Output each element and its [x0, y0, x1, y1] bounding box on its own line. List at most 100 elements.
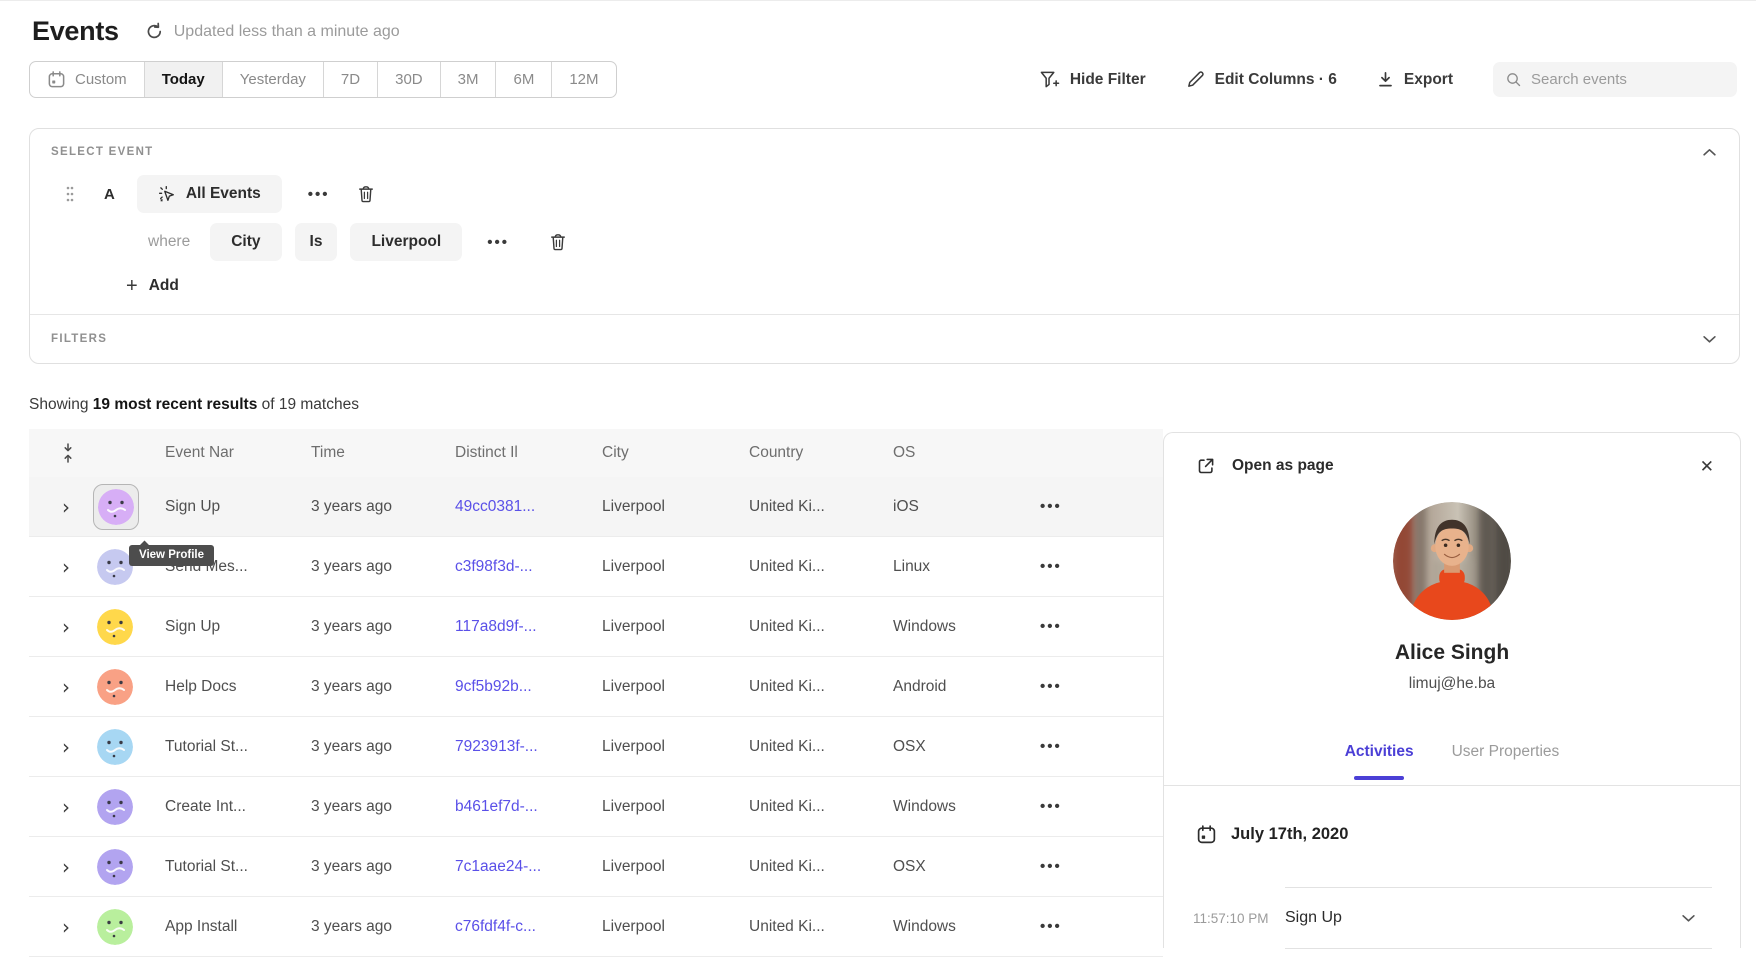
column-header-city[interactable]: City — [602, 444, 749, 462]
user-avatar[interactable] — [97, 849, 133, 885]
row-more-icon[interactable]: ••• — [1040, 738, 1062, 755]
avatar-hover-frame[interactable] — [93, 484, 139, 530]
results-suffix: of 19 matches — [257, 396, 359, 413]
refresh-button[interactable] — [145, 22, 164, 41]
time-cell: 3 years ago — [311, 558, 455, 576]
city-cell: Liverpool — [602, 618, 749, 636]
filter-operator-pill[interactable]: Is — [295, 223, 338, 261]
open-as-page-icon[interactable] — [1196, 456, 1216, 476]
table-row[interactable]: › Help Docs 3 years ago 9cf5b92b... Live… — [29, 657, 1163, 717]
expand-row-icon[interactable]: › — [62, 917, 70, 937]
country-cell: United Ki... — [749, 798, 893, 816]
column-header-country[interactable]: Country — [749, 444, 893, 462]
tab-activities[interactable]: Activities — [1345, 743, 1414, 785]
page-header: Events Updated less than a minute ago — [0, 1, 1756, 47]
hide-filter-label: Hide Filter — [1070, 71, 1146, 89]
column-header-event-name[interactable]: Event Nar — [165, 444, 311, 462]
expand-row-icon[interactable]: › — [62, 617, 70, 637]
expand-row-icon[interactable]: › — [62, 557, 70, 577]
filter-operator-label: Is — [310, 233, 323, 251]
time-cell: 3 years ago — [311, 798, 455, 816]
edit-columns-button[interactable]: Edit Columns · 6 — [1186, 70, 1337, 89]
results-prefix: Showing — [29, 396, 93, 413]
add-event-button[interactable]: + Add — [126, 276, 1739, 296]
collapse-section-icon[interactable] — [1702, 148, 1717, 157]
expand-row-icon[interactable]: › — [62, 737, 70, 757]
date-range-yesterday[interactable]: Yesterday — [222, 62, 323, 97]
row-more-icon[interactable]: ••• — [1040, 678, 1062, 695]
user-avatar[interactable] — [97, 609, 133, 645]
table-row[interactable]: › Tutorial St... 3 years ago 7923913f-..… — [29, 717, 1163, 777]
event-more-icon[interactable]: ••• — [308, 186, 330, 203]
distinct-id-link[interactable]: 117a8d9f-... — [455, 618, 537, 635]
event-clause-row: A All Events ••• — [66, 175, 1739, 213]
event-selector-pill[interactable]: All Events — [137, 175, 282, 213]
city-cell: Liverpool — [602, 798, 749, 816]
table-row[interactable]: › Sign Up 3 years ago 49cc0381... Liverp… — [29, 477, 1163, 537]
table-header: Event Nar Time Distinct Il City Country … — [29, 429, 1163, 477]
profile-tabs: Activities User Properties — [1164, 743, 1740, 786]
row-more-icon[interactable]: ••• — [1040, 618, 1062, 635]
filter-property-pill[interactable]: City — [210, 223, 281, 261]
filter-more-icon[interactable]: ••• — [487, 234, 509, 251]
user-avatar[interactable] — [97, 549, 133, 585]
distinct-id-link[interactable]: 7c1aae24-... — [455, 858, 541, 875]
filters-section-header[interactable]: FILTERS — [30, 315, 1739, 363]
delete-event-icon[interactable] — [358, 185, 374, 203]
column-header-os[interactable]: OS — [893, 444, 1013, 462]
row-more-icon[interactable]: ••• — [1040, 918, 1062, 935]
row-more-icon[interactable]: ••• — [1040, 498, 1062, 515]
country-cell: United Ki... — [749, 618, 893, 636]
os-cell: Linux — [893, 558, 1013, 576]
date-range-today[interactable]: Today — [144, 62, 222, 97]
row-more-icon[interactable]: ••• — [1040, 858, 1062, 875]
user-avatar[interactable] — [97, 789, 133, 825]
date-range-30d[interactable]: 30D — [377, 62, 440, 97]
table-row[interactable]: › Create Int... 3 years ago b461ef7d-...… — [29, 777, 1163, 837]
column-header-time[interactable]: Time — [311, 444, 455, 462]
drag-handle-icon[interactable] — [66, 186, 74, 202]
close-panel-icon[interactable]: ✕ — [1700, 458, 1714, 475]
query-builder-card: SELECT EVENT A All Events ••• where City… — [29, 128, 1740, 364]
row-more-icon[interactable]: ••• — [1040, 798, 1062, 815]
collapse-rows-icon[interactable] — [62, 443, 74, 463]
table-row[interactable]: › App Install 3 years ago c76fdf4f-c... … — [29, 897, 1163, 957]
date-range-custom[interactable]: Custom — [30, 62, 144, 97]
date-range-3m[interactable]: 3M — [440, 62, 496, 97]
export-button[interactable]: Export — [1377, 71, 1453, 89]
expand-filters-icon[interactable] — [1702, 335, 1717, 344]
distinct-id-link[interactable]: c3f98f3d-... — [455, 558, 533, 575]
city-cell: Liverpool — [602, 738, 749, 756]
date-range-7d[interactable]: 7D — [323, 62, 377, 97]
distinct-id-link[interactable]: 9cf5b92b... — [455, 678, 532, 695]
events-page: Events Updated less than a minute ago Cu… — [0, 0, 1756, 971]
distinct-id-link[interactable]: 49cc0381... — [455, 498, 535, 515]
date-range-6m[interactable]: 6M — [495, 62, 551, 97]
table-row[interactable]: › Sign Up 3 years ago 117a8d9f-... Liver… — [29, 597, 1163, 657]
distinct-id-link[interactable]: c76fdf4f-c... — [455, 918, 536, 935]
delete-filter-icon[interactable] — [550, 233, 566, 251]
expand-row-icon[interactable]: › — [62, 797, 70, 817]
user-avatar[interactable] — [97, 729, 133, 765]
search-input[interactable] — [1531, 71, 1724, 88]
expand-row-icon[interactable]: › — [62, 677, 70, 697]
os-cell: Windows — [893, 798, 1013, 816]
date-range-12m[interactable]: 12M — [551, 62, 615, 97]
user-avatar[interactable] — [98, 489, 134, 525]
activity-event-row[interactable]: Sign Up — [1285, 887, 1712, 949]
expand-row-icon[interactable]: › — [62, 497, 70, 517]
open-as-page-label[interactable]: Open as page — [1232, 457, 1334, 475]
user-avatar[interactable] — [97, 669, 133, 705]
column-header-distinct-id[interactable]: Distinct Il — [455, 444, 602, 462]
filter-value-pill[interactable]: Liverpool — [350, 223, 462, 261]
row-more-icon[interactable]: ••• — [1040, 558, 1062, 575]
expand-row-icon[interactable]: › — [62, 857, 70, 877]
hide-filter-button[interactable]: Hide Filter — [1039, 70, 1146, 89]
select-event-label: SELECT EVENT — [51, 146, 154, 158]
distinct-id-link[interactable]: b461ef7d-... — [455, 798, 538, 815]
tab-user-properties[interactable]: User Properties — [1452, 743, 1560, 785]
table-row[interactable]: › Tutorial St... 3 years ago 7c1aae24-..… — [29, 837, 1163, 897]
activity-date-row: July 17th, 2020 — [1164, 786, 1740, 845]
distinct-id-link[interactable]: 7923913f-... — [455, 738, 538, 755]
user-avatar[interactable] — [97, 909, 133, 945]
